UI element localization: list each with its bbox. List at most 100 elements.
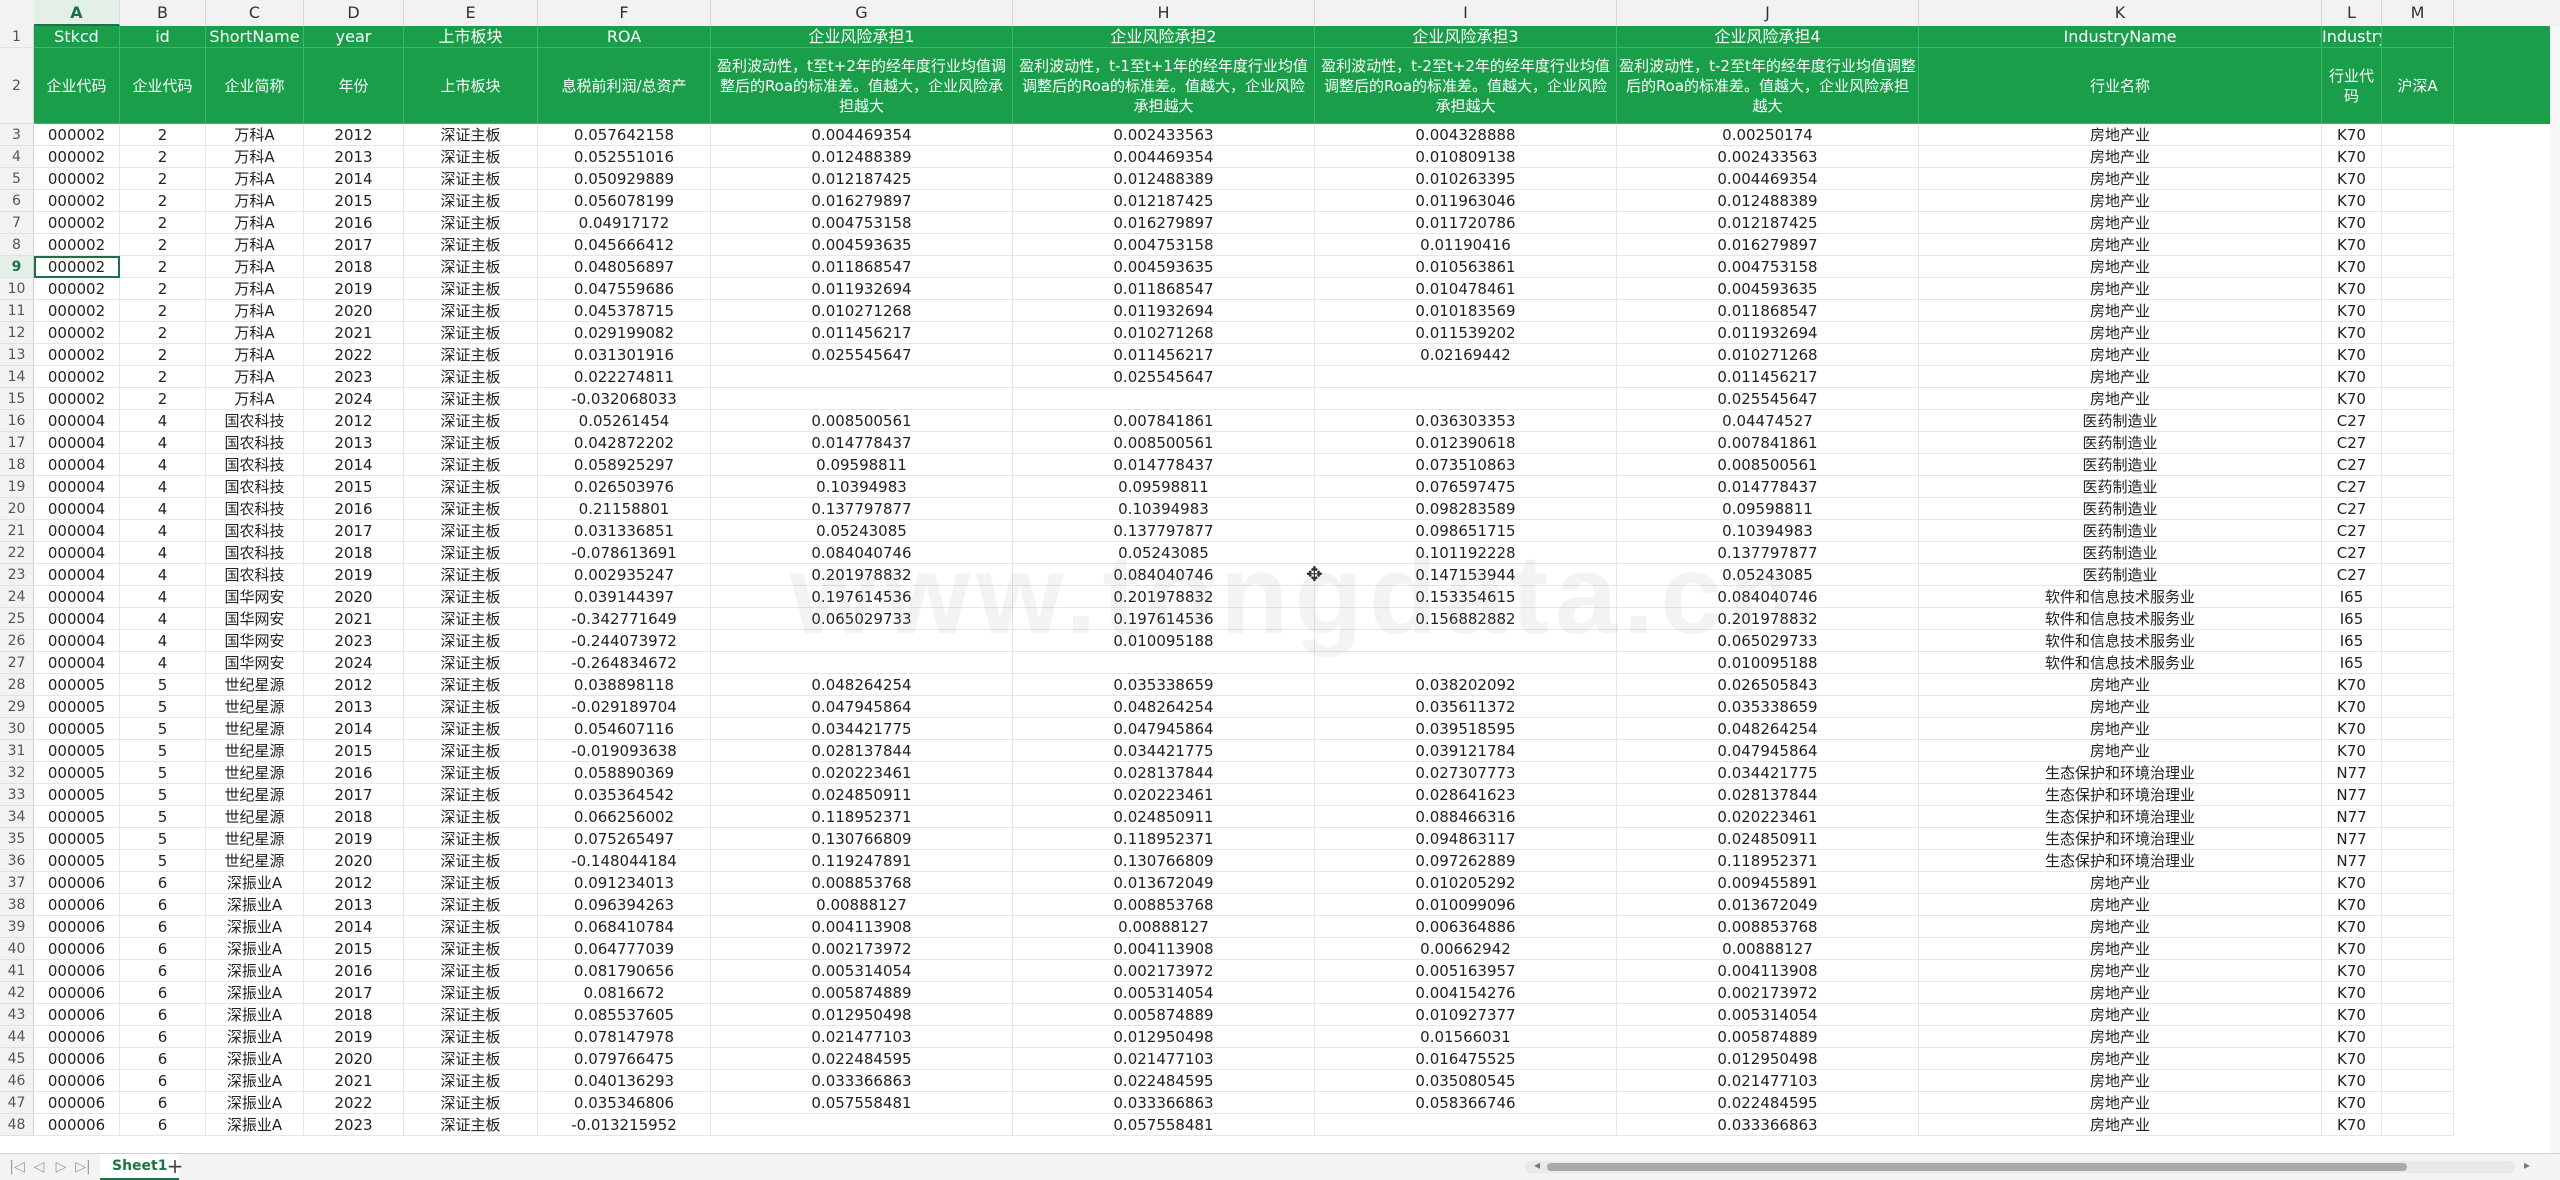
table-cell[interactable]: 0.00250174 xyxy=(1617,124,1919,146)
table-cell[interactable]: 深证主板 xyxy=(404,278,538,300)
table-cell[interactable]: 0.011868547 xyxy=(1617,300,1919,322)
table-cell[interactable]: N77 xyxy=(2322,828,2382,850)
table-cell[interactable]: 2014 xyxy=(304,454,404,476)
header-field-name[interactable]: ROA xyxy=(538,26,711,48)
table-cell[interactable]: 2016 xyxy=(304,960,404,982)
table-cell[interactable]: 房地产业 xyxy=(1919,234,2322,256)
table-cell[interactable]: 0.201978832 xyxy=(1013,586,1315,608)
table-cell[interactable]: 2 xyxy=(120,344,206,366)
table-cell[interactable] xyxy=(2382,410,2454,432)
table-cell[interactable]: 国农科技 xyxy=(206,542,304,564)
table-cell[interactable]: 0.048056897 xyxy=(538,256,711,278)
header-field-name[interactable]: Stkcd xyxy=(34,26,120,48)
table-cell[interactable] xyxy=(2382,674,2454,696)
table-cell[interactable]: 0.024850911 xyxy=(711,784,1013,806)
table-cell[interactable]: 0.004113908 xyxy=(1617,960,1919,982)
table-cell[interactable]: 0.057558481 xyxy=(1013,1114,1315,1136)
table-cell[interactable]: 0.005314054 xyxy=(1013,982,1315,1004)
table-cell[interactable]: 0.002173972 xyxy=(711,938,1013,960)
table-cell[interactable]: C27 xyxy=(2322,410,2382,432)
table-cell[interactable]: 万科A xyxy=(206,168,304,190)
row-header[interactable]: 14 xyxy=(0,366,34,388)
table-cell[interactable]: 房地产业 xyxy=(1919,124,2322,146)
table-cell[interactable]: 2023 xyxy=(304,630,404,652)
table-cell[interactable]: 万科A xyxy=(206,278,304,300)
table-cell[interactable]: 000002 xyxy=(34,256,120,278)
row-header[interactable]: 21 xyxy=(0,520,34,542)
table-cell[interactable]: 0.005163957 xyxy=(1315,960,1617,982)
row-header[interactable]: 38 xyxy=(0,894,34,916)
table-cell[interactable]: 0.137797877 xyxy=(1013,520,1315,542)
table-cell[interactable]: 0.045378715 xyxy=(538,300,711,322)
table-cell[interactable]: 医药制造业 xyxy=(1919,498,2322,520)
table-cell[interactable]: 0.011932694 xyxy=(1617,322,1919,344)
row-header[interactable]: 44 xyxy=(0,1026,34,1048)
table-cell[interactable]: 0.020223461 xyxy=(1013,784,1315,806)
table-cell[interactable]: 0.057558481 xyxy=(711,1092,1013,1114)
table-cell[interactable]: 4 xyxy=(120,432,206,454)
table-cell[interactable]: 0.09598811 xyxy=(711,454,1013,476)
vertical-scrollbar[interactable] xyxy=(2550,26,2560,1153)
table-cell[interactable]: 0.005314054 xyxy=(1617,1004,1919,1026)
add-sheet-button[interactable]: + xyxy=(164,1155,186,1177)
table-cell[interactable]: 软件和信息技术服务业 xyxy=(1919,608,2322,630)
row-header[interactable]: 24 xyxy=(0,586,34,608)
table-cell[interactable]: I65 xyxy=(2322,652,2382,674)
table-cell[interactable]: 房地产业 xyxy=(1919,168,2322,190)
table-cell[interactable]: 2012 xyxy=(304,674,404,696)
table-cell[interactable]: 深证主板 xyxy=(404,520,538,542)
table-cell[interactable]: 0.153354615 xyxy=(1315,586,1617,608)
table-cell[interactable]: K70 xyxy=(2322,938,2382,960)
table-cell[interactable]: 0.088466316 xyxy=(1315,806,1617,828)
table-cell[interactable]: 5 xyxy=(120,740,206,762)
table-cell[interactable]: 0.033366863 xyxy=(711,1070,1013,1092)
header-field-description[interactable]: 年份 xyxy=(304,48,404,124)
table-cell[interactable]: 6 xyxy=(120,1114,206,1136)
table-cell[interactable]: 0.005874889 xyxy=(1617,1026,1919,1048)
table-cell[interactable]: 0.010095188 xyxy=(1013,630,1315,652)
table-cell[interactable]: 深证主板 xyxy=(404,366,538,388)
table-cell[interactable]: 2019 xyxy=(304,1026,404,1048)
table-cell[interactable]: 2017 xyxy=(304,234,404,256)
table-cell[interactable]: 0.021477103 xyxy=(711,1026,1013,1048)
table-cell[interactable] xyxy=(1315,1114,1617,1136)
row-header[interactable]: 16 xyxy=(0,410,34,432)
table-cell[interactable]: 2013 xyxy=(304,696,404,718)
table-cell[interactable]: 0.098651715 xyxy=(1315,520,1617,542)
table-cell[interactable]: 0.008853768 xyxy=(711,872,1013,894)
header-field-description[interactable]: 企业代码 xyxy=(120,48,206,124)
table-cell[interactable]: 深证主板 xyxy=(404,960,538,982)
table-cell[interactable]: 000002 xyxy=(34,344,120,366)
table-cell[interactable]: 0.048264254 xyxy=(1013,696,1315,718)
table-cell[interactable]: 深证主板 xyxy=(404,762,538,784)
table-cell[interactable] xyxy=(2382,300,2454,322)
table-cell[interactable]: 深证主板 xyxy=(404,454,538,476)
table-cell[interactable]: -0.019093638 xyxy=(538,740,711,762)
table-cell[interactable]: K70 xyxy=(2322,674,2382,696)
table-cell[interactable]: 2016 xyxy=(304,498,404,520)
table-cell[interactable]: 6 xyxy=(120,1070,206,1092)
table-cell[interactable]: 0.022484595 xyxy=(711,1048,1013,1070)
table-cell[interactable]: 4 xyxy=(120,542,206,564)
row-header[interactable]: 37 xyxy=(0,872,34,894)
table-cell[interactable]: 万科A xyxy=(206,124,304,146)
table-cell[interactable]: 4 xyxy=(120,564,206,586)
table-cell[interactable]: 0.137797877 xyxy=(711,498,1013,520)
table-cell[interactable]: 4 xyxy=(120,608,206,630)
table-cell[interactable]: C27 xyxy=(2322,432,2382,454)
table-cell[interactable] xyxy=(2382,1004,2454,1026)
table-cell[interactable]: 2014 xyxy=(304,916,404,938)
table-cell[interactable]: 0.039518595 xyxy=(1315,718,1617,740)
table-cell[interactable]: 0.025545647 xyxy=(1617,388,1919,410)
table-cell[interactable]: 深证主板 xyxy=(404,564,538,586)
table-cell[interactable]: 生态保护和环境治理业 xyxy=(1919,828,2322,850)
table-cell[interactable]: K70 xyxy=(2322,982,2382,1004)
row-header[interactable]: 12 xyxy=(0,322,34,344)
table-cell[interactable]: 2020 xyxy=(304,300,404,322)
table-cell[interactable] xyxy=(711,1114,1013,1136)
table-cell[interactable]: 0.024850911 xyxy=(1013,806,1315,828)
table-cell[interactable]: C27 xyxy=(2322,498,2382,520)
table-cell[interactable]: 0.012187425 xyxy=(711,168,1013,190)
table-cell[interactable]: 深证主板 xyxy=(404,432,538,454)
table-cell[interactable]: 0.048264254 xyxy=(1617,718,1919,740)
